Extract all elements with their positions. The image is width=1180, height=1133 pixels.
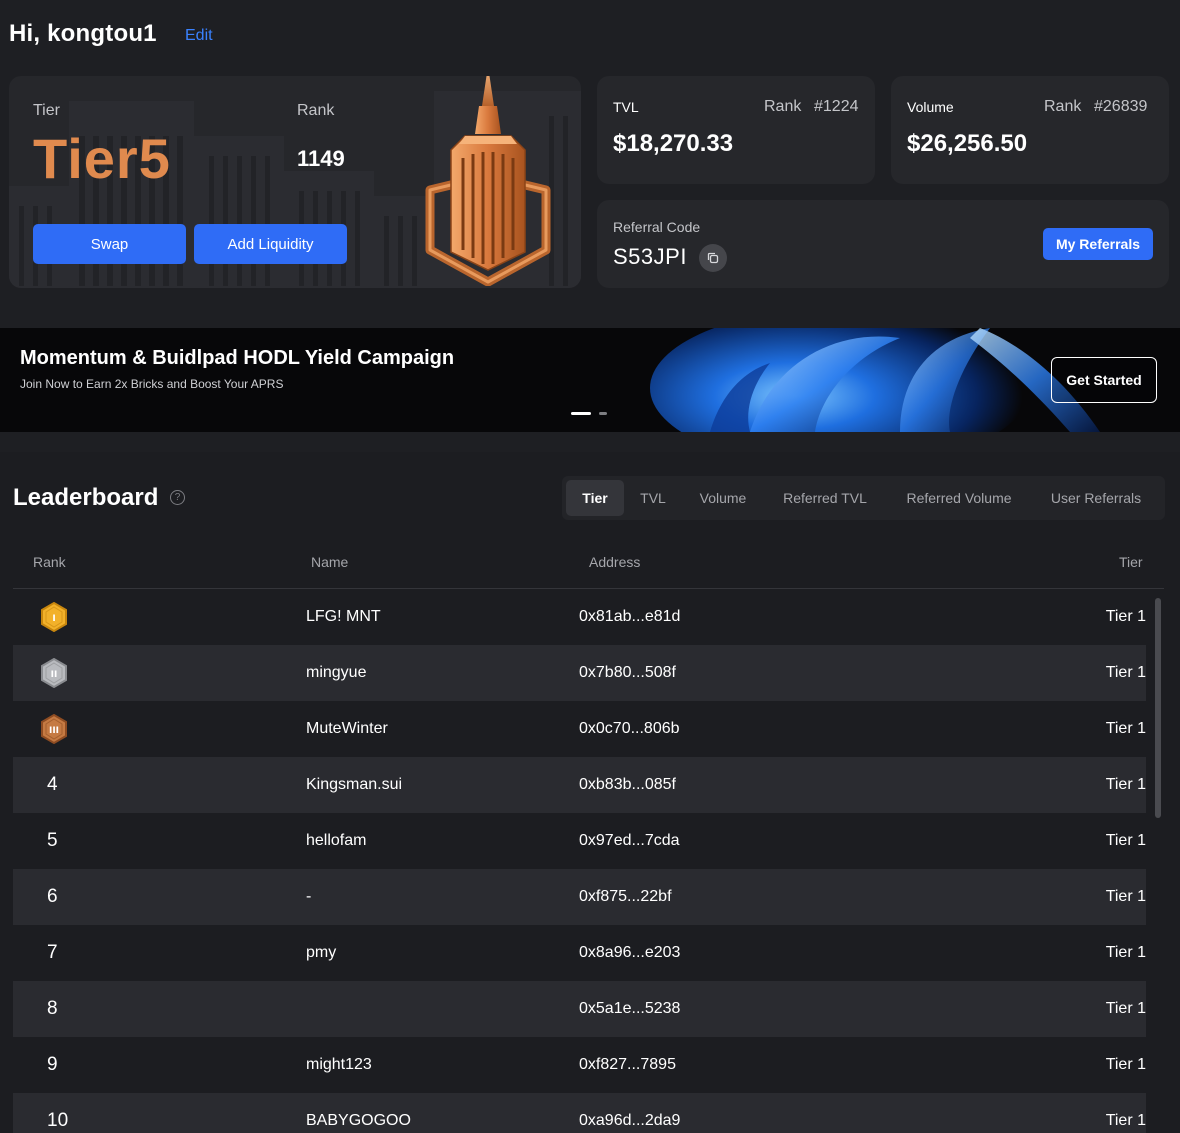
banner-title: Momentum & Buidlpad HODL Yield Campaign	[20, 347, 455, 369]
tier-cell: Tier 1	[1105, 608, 1146, 625]
carousel-dot-active[interactable]	[571, 412, 591, 415]
rank-cell: 9	[47, 1054, 58, 1075]
tvl-title: TVL	[613, 99, 639, 115]
name-cell: mingyue	[306, 664, 367, 681]
tier-label: Tier	[33, 102, 60, 119]
tier-cell: Tier 1	[1105, 1000, 1146, 1017]
section-gap	[0, 308, 1180, 328]
carousel-dot[interactable]	[599, 412, 607, 415]
table-row[interactable]: 9 might123 0xf827...7895 Tier 1	[13, 1037, 1146, 1093]
volume-amount: $26,256.50	[907, 130, 1028, 157]
rank-cell: 4	[47, 774, 58, 795]
leaderboard-title: Leaderboard	[13, 484, 159, 511]
rank-label: Rank	[297, 102, 335, 119]
tier-cell: Tier 1	[1105, 832, 1146, 849]
tier-cell: Tier 1	[1105, 776, 1146, 793]
bronze-medal-icon: III	[40, 701, 68, 757]
table-row[interactable]: 5 hellofam 0x97ed...7cda Tier 1	[13, 813, 1146, 869]
name-cell: hellofam	[306, 832, 367, 849]
tier-value: Tier5	[33, 127, 171, 190]
svg-text:III: III	[49, 726, 59, 736]
tier-cell: Tier 1	[1105, 720, 1146, 737]
table-row[interactable]: 4 Kingsman.sui 0xb83b...085f Tier 1	[13, 757, 1146, 813]
rank-cell: 8	[47, 998, 58, 1019]
tab-referred-tvl[interactable]: Referred TVL	[770, 480, 880, 516]
address-cell: 0x0c70...806b	[579, 720, 680, 737]
address-cell: 0xb83b...085f	[579, 776, 676, 793]
volume-rank-label: Rank	[1044, 98, 1082, 115]
campaign-banner[interactable]: Momentum & Buidlpad HODL Yield Campaign …	[0, 328, 1180, 432]
name-cell: -	[306, 888, 312, 905]
volume-title: Volume	[907, 99, 954, 115]
tab-volume[interactable]: Volume	[686, 480, 760, 516]
rank-cell: 5	[47, 830, 58, 851]
address-cell: 0x8a96...e203	[579, 944, 681, 961]
my-referrals-button[interactable]: My Referrals	[1043, 228, 1153, 260]
tvl-rank-value: #1224	[814, 98, 859, 115]
name-cell: LFG! MNT	[306, 608, 381, 625]
greeting-title: Hi, kongtou1	[9, 20, 157, 47]
referral-card: Referral Code S53JPI My Referrals	[597, 200, 1169, 288]
tier-cell: Tier 1	[1105, 888, 1146, 905]
copy-icon[interactable]	[699, 244, 727, 272]
volume-card: Volume Rank #26839 $26,256.50	[891, 76, 1169, 184]
table-row[interactable]: 7 pmy 0x8a96...e203 Tier 1	[13, 925, 1146, 981]
table-row[interactable]: II mingyue 0x7b80...508f Tier 1	[13, 645, 1146, 701]
column-header-rank: Rank	[33, 554, 66, 570]
name-cell: pmy	[306, 944, 337, 961]
edit-link[interactable]: Edit	[185, 27, 213, 45]
referral-code: S53JPI	[613, 244, 687, 269]
tier-card: Tier Tier5 Rank 1149 Swap Add Liquidity	[9, 76, 581, 288]
address-cell: 0x5a1e...5238	[579, 1000, 681, 1017]
leaderboard-tabs: Tier TVL Volume Referred TVL Referred Vo…	[562, 476, 1165, 520]
volume-rank-value: #26839	[1094, 98, 1148, 115]
tvl-card: TVL Rank #1224 $18,270.33	[597, 76, 875, 184]
swap-button[interactable]: Swap	[33, 224, 186, 264]
rank-cell: 7	[47, 942, 58, 963]
name-cell: MuteWinter	[306, 720, 388, 737]
add-liquidity-button[interactable]: Add Liquidity	[194, 224, 347, 264]
name-cell: might123	[306, 1056, 372, 1073]
column-header-tier: Tier	[1119, 554, 1143, 570]
help-circle-icon[interactable]: ?	[170, 490, 185, 505]
address-cell: 0x97ed...7cda	[579, 832, 680, 849]
tab-tvl[interactable]: TVL	[628, 480, 678, 516]
tier-cell: Tier 1	[1105, 1112, 1146, 1129]
referral-code-label: Referral Code	[613, 219, 701, 235]
table-row[interactable]: I LFG! MNT 0x81ab...e81d Tier 1	[13, 589, 1146, 645]
name-cell: Kingsman.sui	[306, 776, 403, 793]
tab-user-referrals[interactable]: User Referrals	[1038, 480, 1154, 516]
column-header-address: Address	[589, 554, 641, 570]
rank-cell: 10	[47, 1110, 69, 1131]
table-row[interactable]: 8 0x5a1e...5238 Tier 1	[13, 981, 1146, 1037]
table-scrollbar[interactable]	[1155, 598, 1161, 818]
banner-subtitle: Join Now to Earn 2x Bricks and Boost You…	[20, 377, 284, 391]
get-started-button[interactable]: Get Started	[1051, 357, 1157, 403]
silver-medal-icon: II	[40, 645, 68, 701]
table-row[interactable]: 10 BABYGOGOO 0xa96d...2da9 Tier 1	[13, 1093, 1146, 1133]
gold-medal-icon: I	[40, 589, 68, 645]
tier-tower-icon	[425, 76, 551, 286]
table-row[interactable]: III MuteWinter 0x0c70...806b Tier 1	[13, 701, 1146, 757]
svg-text:II: II	[51, 670, 58, 680]
address-cell: 0xf827...7895	[579, 1056, 676, 1073]
tab-referred-volume[interactable]: Referred Volume	[892, 480, 1026, 516]
tvl-rank-label: Rank	[764, 98, 802, 115]
tab-tier[interactable]: Tier	[566, 480, 624, 516]
tvl-amount: $18,270.33	[613, 130, 734, 157]
rank-cell: 6	[47, 886, 58, 907]
column-header-name: Name	[311, 554, 349, 570]
name-cell: BABYGOGOO	[306, 1112, 411, 1129]
address-cell: 0xf875...22bf	[579, 888, 672, 905]
tier-cell: Tier 1	[1105, 944, 1146, 961]
address-cell: 0x7b80...508f	[579, 664, 676, 681]
tier-cell: Tier 1	[1105, 664, 1146, 681]
address-cell: 0x81ab...e81d	[579, 608, 681, 625]
tier-cell: Tier 1	[1105, 1056, 1146, 1073]
svg-text:I: I	[52, 614, 55, 624]
address-cell: 0xa96d...2da9	[579, 1112, 681, 1129]
rank-value: 1149	[297, 146, 345, 171]
table-row[interactable]: 6 - 0xf875...22bf Tier 1	[13, 869, 1146, 925]
